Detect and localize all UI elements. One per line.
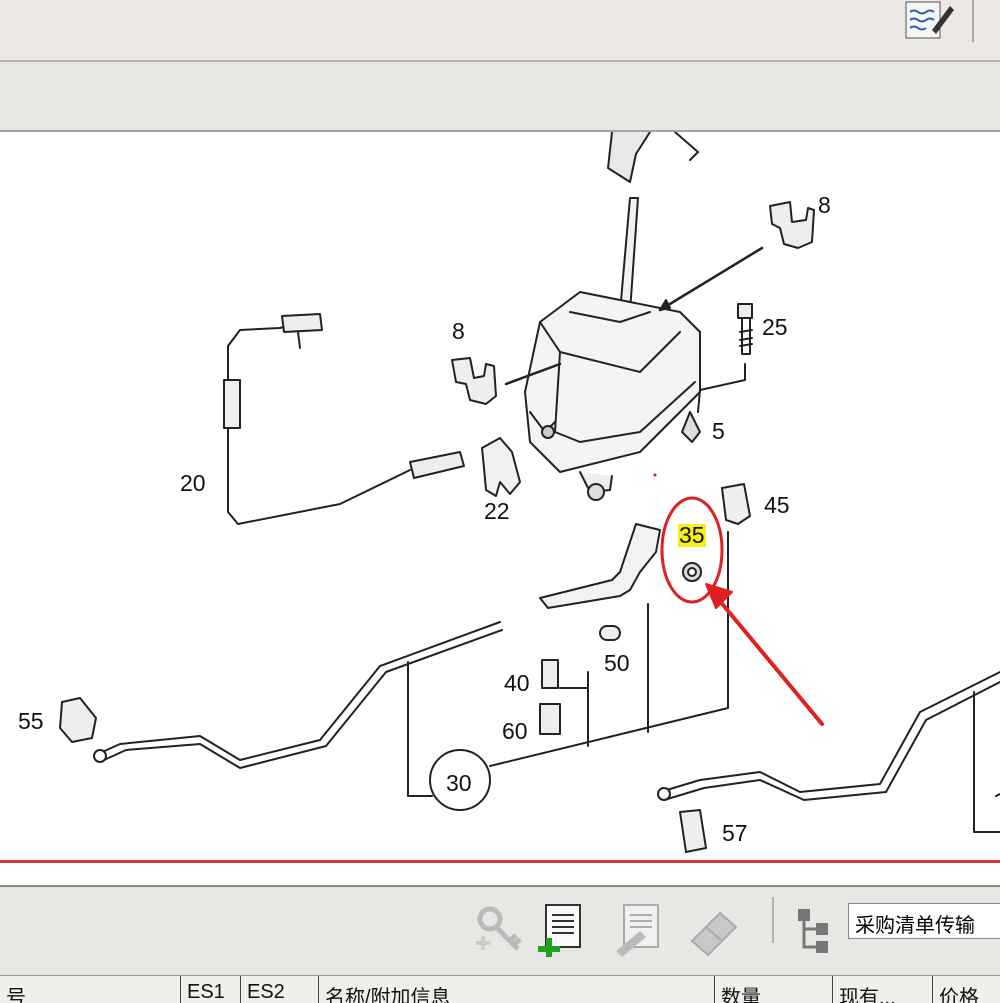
column-header-number[interactable]: 号 xyxy=(0,976,180,1003)
callout-35-highlighted[interactable]: 35 xyxy=(678,524,706,547)
tree-view-button[interactable] xyxy=(792,901,848,957)
callout-60[interactable]: 60 xyxy=(502,720,528,743)
callout-5[interactable]: 5 xyxy=(712,420,725,443)
toolbar-divider xyxy=(772,897,774,943)
key-search-icon xyxy=(476,906,522,951)
callout-8-left[interactable]: 8 xyxy=(452,320,465,343)
splitter[interactable] xyxy=(0,863,1000,887)
callout-22[interactable]: 22 xyxy=(484,500,510,523)
key-search-button[interactable] xyxy=(470,901,526,957)
parts-diagram[interactable]: 8 8 25 5 20 22 45 35 50 40 60 55 30 57 xyxy=(0,132,1000,860)
document-edit-icon xyxy=(616,904,659,957)
parts-toolbar: 采购清单传输 xyxy=(0,887,1000,975)
column-header-es2[interactable]: ES2 xyxy=(240,976,318,1003)
column-header-stock[interactable]: 现有... xyxy=(832,976,932,1003)
callout-57[interactable]: 57 xyxy=(722,822,748,845)
add-to-list-button[interactable] xyxy=(536,901,592,960)
column-header-quantity[interactable]: 数量 xyxy=(714,976,832,1003)
add-document-icon xyxy=(538,904,581,960)
callout-45[interactable]: 45 xyxy=(764,494,790,517)
purchase-list-transfer-select[interactable]: 采购清单传输 xyxy=(848,903,1000,939)
eraser-icon xyxy=(690,911,738,957)
callout-40[interactable]: 40 xyxy=(504,672,530,695)
callout-20[interactable]: 20 xyxy=(180,472,206,495)
toolbar-divider xyxy=(972,0,974,42)
callout-25[interactable]: 25 xyxy=(762,316,788,339)
edit-list-button[interactable] xyxy=(610,901,666,957)
edit-notes-button[interactable] xyxy=(902,0,954,42)
column-header-name[interactable]: 名称/附加信息 xyxy=(318,976,714,1003)
tree-hierarchy-icon xyxy=(798,909,828,953)
callout-30[interactable]: 30 xyxy=(446,772,472,795)
top-toolbar xyxy=(0,0,1000,62)
notepad-pencil-icon xyxy=(905,1,954,39)
callout-8-right[interactable]: 8 xyxy=(818,194,831,217)
callout-55[interactable]: 55 xyxy=(18,710,44,733)
column-header-price[interactable]: 价格 xyxy=(932,976,1000,1003)
column-header-es1[interactable]: ES1 xyxy=(180,976,240,1003)
exploded-view-drawing xyxy=(59,132,1000,853)
callout-50[interactable]: 50 xyxy=(604,652,630,675)
header-band xyxy=(0,62,1000,132)
eraser-button[interactable] xyxy=(686,901,742,957)
parts-grid-header: 号 ES1 ES2 名称/附加信息 数量 现有... 价格 xyxy=(0,975,1000,1003)
